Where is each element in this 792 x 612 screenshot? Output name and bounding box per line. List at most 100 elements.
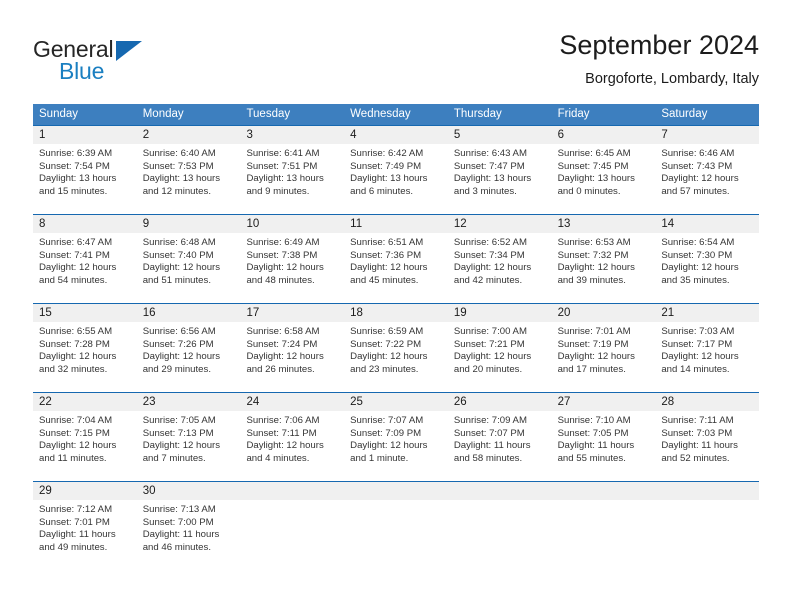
day-cell[interactable]: 11 Sunrise: 6:51 AM Sunset: 7:36 PM Dayl… [344,215,448,303]
sunrise-text: Sunrise: 6:53 AM [557,237,631,248]
day-details: Sunrise: 6:59 AM Sunset: 7:22 PM Dayligh… [344,322,448,376]
day-cell[interactable]: 3 Sunrise: 6:41 AM Sunset: 7:51 PM Dayli… [240,126,345,214]
daylight-text-line2: and 52 minutes. [661,452,730,464]
day-cell[interactable]: 6 Sunrise: 6:45 AM Sunset: 7:45 PM Dayli… [551,126,656,214]
day-cell[interactable]: 21 Sunrise: 7:03 AM Sunset: 7:17 PM Dayl… [655,304,760,392]
day-cell[interactable]: 29 Sunrise: 7:12 AM Sunset: 7:01 PM Dayl… [33,482,137,570]
day-cell[interactable]: 4 Sunrise: 6:42 AM Sunset: 7:49 PM Dayli… [344,126,448,214]
sunset-text: Sunset: 7:38 PM [246,249,318,261]
day-details: Sunrise: 6:46 AM Sunset: 7:43 PM Dayligh… [655,144,759,198]
day-number: 13 [557,218,571,230]
daylight-text-line1: Daylight: 12 hours [39,262,117,274]
day-cell[interactable]: 25 Sunrise: 7:07 AM Sunset: 7:09 PM Dayl… [344,393,448,481]
general-blue-logo[interactable]: General Blue [33,36,213,88]
day-number: 23 [142,396,156,408]
day-cell[interactable]: 28 Sunrise: 7:11 AM Sunset: 7:03 PM Dayl… [655,393,760,481]
sunrise-text: Sunrise: 6:45 AM [557,148,631,159]
sunset-text: Sunset: 7:45 PM [557,160,629,172]
daylight-text-line1: Daylight: 11 hours [661,440,738,452]
sunrise-text: Sunrise: 6:59 AM [350,326,424,337]
day-cell[interactable]: 30 Sunrise: 7:13 AM Sunset: 7:00 PM Dayl… [136,482,241,570]
day-cell[interactable]: 2 Sunrise: 6:40 AM Sunset: 7:53 PM Dayli… [136,126,241,214]
day-number: 28 [661,396,675,408]
day-number: 4 [350,129,357,141]
calendar-grid: Sunday Monday Tuesday Wednesday Thursday… [33,104,760,570]
day-cell[interactable]: 1 Sunrise: 6:39 AM Sunset: 7:54 PM Dayli… [33,126,137,214]
day-cell-empty [447,482,552,570]
day-cell-empty [344,482,448,570]
day-number-band [33,215,137,233]
day-number: 10 [246,218,260,230]
day-cell[interactable]: 22 Sunrise: 7:04 AM Sunset: 7:15 PM Dayl… [33,393,137,481]
sunset-text: Sunset: 7:51 PM [246,160,318,172]
day-number: 27 [557,396,571,408]
day-cell[interactable]: 12 Sunrise: 6:52 AM Sunset: 7:34 PM Dayl… [447,215,552,303]
week-row: 22 Sunrise: 7:04 AM Sunset: 7:15 PM Dayl… [33,392,760,481]
day-number: 11 [350,218,363,230]
day-cell[interactable]: 15 Sunrise: 6:55 AM Sunset: 7:28 PM Dayl… [33,304,137,392]
daylight-text-line1: Daylight: 12 hours [453,351,532,363]
day-cell[interactable]: 13 Sunrise: 6:53 AM Sunset: 7:32 PM Dayl… [551,215,656,303]
day-number: 19 [453,307,467,319]
weekday-header-thursday: Thursday [453,108,502,120]
day-number-band [240,126,345,144]
day-cell[interactable]: 7 Sunrise: 6:46 AM Sunset: 7:43 PM Dayli… [655,126,760,214]
daylight-text-line2: and 9 minutes. [246,185,310,197]
day-number-band [33,126,137,144]
day-number: 21 [661,307,675,319]
page-header: General Blue September 2024 Borgoforte, … [0,0,792,100]
day-cell[interactable]: 20 Sunrise: 7:01 AM Sunset: 7:19 PM Dayl… [551,304,656,392]
brand-word-blue: Blue [59,58,105,84]
day-number-band [655,126,760,144]
daylight-text-line2: and 7 minutes. [142,452,206,464]
day-details: Sunrise: 7:12 AM Sunset: 7:01 PM Dayligh… [33,500,137,554]
daylight-text-line1: Daylight: 12 hours [661,262,739,274]
day-details: Sunrise: 6:52 AM Sunset: 7:34 PM Dayligh… [448,233,552,287]
day-details: Sunrise: 6:48 AM Sunset: 7:40 PM Dayligh… [137,233,241,287]
day-details: Sunrise: 7:09 AM Sunset: 7:07 PM Dayligh… [448,411,552,465]
daylight-text-line2: and 23 minutes. [350,363,419,375]
sunrise-text: Sunrise: 6:48 AM [142,237,216,248]
sunset-text: Sunset: 7:03 PM [661,427,733,439]
day-cell[interactable]: 23 Sunrise: 7:05 AM Sunset: 7:13 PM Dayl… [136,393,241,481]
daylight-text-line1: Daylight: 12 hours [142,440,221,452]
day-cell[interactable]: 9 Sunrise: 6:48 AM Sunset: 7:40 PM Dayli… [136,215,241,303]
daylight-text-line2: and 12 minutes. [142,185,211,197]
week-row: 1 Sunrise: 6:39 AM Sunset: 7:54 PM Dayli… [33,125,760,214]
sunrise-text: Sunrise: 6:39 AM [39,148,113,159]
week-row: 15 Sunrise: 6:55 AM Sunset: 7:28 PM Dayl… [33,303,760,392]
day-details: Sunrise: 7:03 AM Sunset: 7:17 PM Dayligh… [655,322,759,376]
daylight-text-line1: Daylight: 12 hours [661,173,739,185]
day-cell[interactable]: 24 Sunrise: 7:06 AM Sunset: 7:11 PM Dayl… [240,393,345,481]
day-details: Sunrise: 6:56 AM Sunset: 7:26 PM Dayligh… [137,322,241,376]
daylight-text-line2: and 42 minutes. [453,274,523,286]
day-details: Sunrise: 6:51 AM Sunset: 7:36 PM Dayligh… [344,233,448,287]
day-cell[interactable]: 18 Sunrise: 6:59 AM Sunset: 7:22 PM Dayl… [344,304,448,392]
daylight-text-line1: Daylight: 12 hours [246,440,324,452]
daylight-text-line1: Daylight: 13 hours [39,173,117,185]
day-cell[interactable]: 19 Sunrise: 7:00 AM Sunset: 7:21 PM Dayl… [447,304,552,392]
sunset-text: Sunset: 7:00 PM [142,516,214,528]
day-number-band [551,126,656,144]
day-cell[interactable]: 8 Sunrise: 6:47 AM Sunset: 7:41 PM Dayli… [33,215,137,303]
day-cell[interactable]: 27 Sunrise: 7:10 AM Sunset: 7:05 PM Dayl… [551,393,656,481]
day-details: Sunrise: 6:39 AM Sunset: 7:54 PM Dayligh… [33,144,137,198]
day-number: 3 [246,129,253,141]
sunrise-text: Sunrise: 6:51 AM [350,237,424,248]
daylight-text-line2: and 51 minutes. [142,274,211,286]
day-cell[interactable]: 17 Sunrise: 6:58 AM Sunset: 7:24 PM Dayl… [240,304,345,392]
day-details: Sunrise: 6:42 AM Sunset: 7:49 PM Dayligh… [344,144,448,198]
day-cell[interactable]: 26 Sunrise: 7:09 AM Sunset: 7:07 PM Dayl… [447,393,552,481]
day-cell[interactable]: 16 Sunrise: 6:56 AM Sunset: 7:26 PM Dayl… [136,304,241,392]
weekday-header-monday: Monday [142,108,184,120]
day-details: Sunrise: 6:41 AM Sunset: 7:51 PM Dayligh… [240,144,344,198]
daylight-text-line2: and 1 minute. [350,452,409,464]
day-cell[interactable]: 5 Sunrise: 6:43 AM Sunset: 7:47 PM Dayli… [447,126,552,214]
day-number-band [240,482,345,500]
daylight-text-line1: Daylight: 12 hours [142,262,221,274]
day-cell[interactable]: 14 Sunrise: 6:54 AM Sunset: 7:30 PM Dayl… [655,215,760,303]
day-details: Sunrise: 6:45 AM Sunset: 7:45 PM Dayligh… [552,144,656,198]
day-cell[interactable]: 10 Sunrise: 6:49 AM Sunset: 7:38 PM Dayl… [240,215,345,303]
daylight-text-line2: and 14 minutes. [661,363,730,375]
daylight-text-line1: Daylight: 12 hours [350,440,428,452]
